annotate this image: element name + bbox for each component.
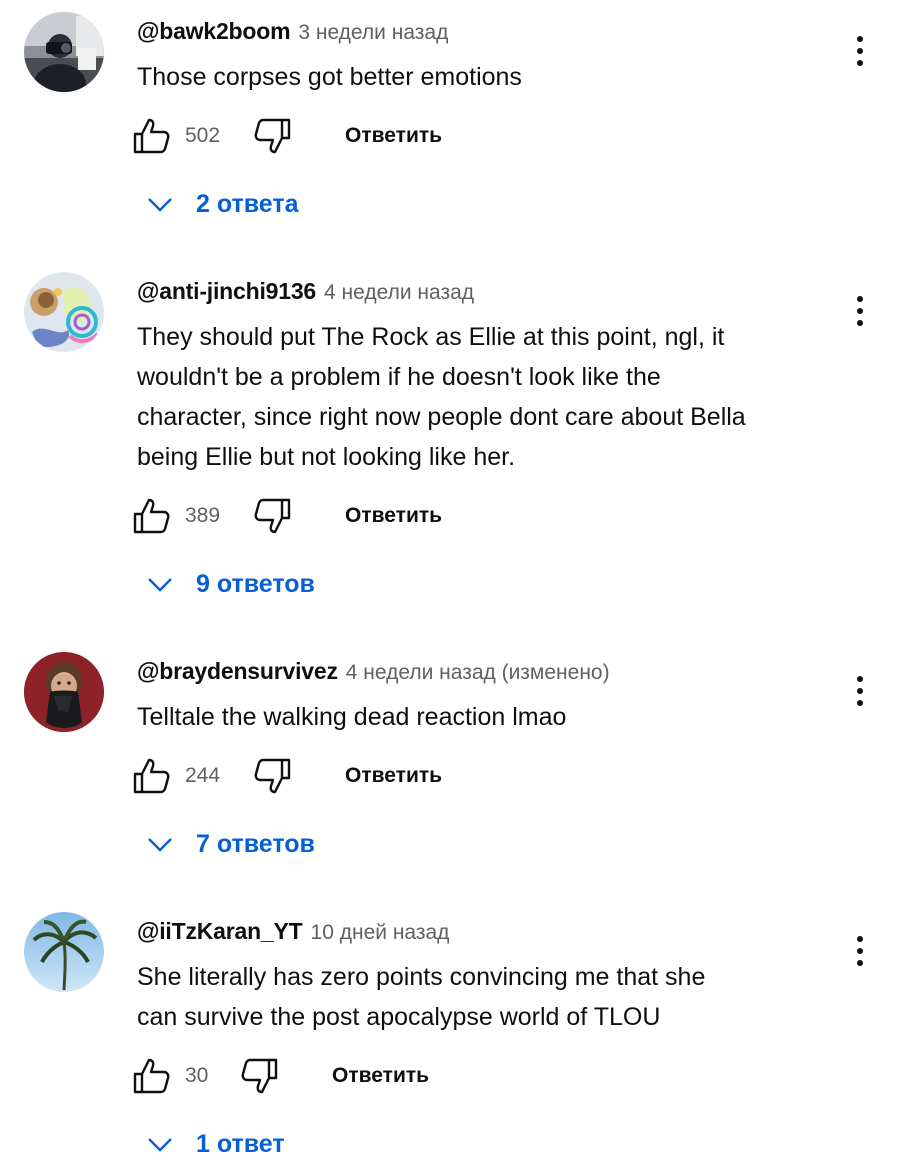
like-button[interactable]	[132, 496, 172, 536]
reply-button[interactable]: Ответить	[332, 1056, 429, 1096]
more-actions-button[interactable]	[840, 286, 880, 336]
comment-thread: @iiTzKaran_YT 10 дней назад She literally…	[0, 900, 900, 1159]
thumb-down-icon	[254, 758, 291, 794]
more-dot	[857, 48, 863, 54]
avatar[interactable]	[24, 652, 104, 732]
like-button[interactable]	[132, 116, 172, 156]
thumb-down-icon	[254, 498, 291, 534]
replies-count-label: 2 ответа	[196, 190, 299, 218]
more-actions-button[interactable]	[840, 26, 880, 76]
author-name[interactable]: @iiTzKaran_YT	[137, 918, 303, 944]
comment-text: Those corpses got better emotions	[137, 63, 522, 91]
reply-button[interactable]: Ответить	[345, 116, 442, 156]
comment-header: @braydensurvivez 4 недели назад (изменено…	[137, 656, 610, 686]
thumb-down-icon	[241, 1058, 278, 1094]
more-dot	[857, 688, 863, 694]
comment-time[interactable]: 4 недели назад	[324, 281, 474, 304]
like-button[interactable]	[132, 756, 172, 796]
chevron-down-icon	[148, 1138, 172, 1152]
thumb-up-icon	[133, 498, 170, 534]
thumb-up-icon	[133, 1058, 170, 1094]
author-name[interactable]: @bawk2boom	[137, 18, 291, 44]
comment-time[interactable]: 4 недели назад (изменено)	[346, 661, 610, 684]
chevron-down-icon	[148, 198, 172, 212]
comment-time[interactable]: 3 недели назад	[298, 21, 448, 44]
more-dot	[857, 308, 863, 314]
reply-button[interactable]: Ответить	[345, 756, 442, 796]
like-count: 30	[185, 1064, 209, 1087]
replies-count-label: 7 ответов	[196, 830, 315, 858]
like-count: 389	[185, 504, 221, 527]
comment-actions: 244 Ответить	[0, 756, 900, 800]
comment-text: They should put The Rock as Ellie at thi…	[137, 323, 746, 471]
more-vertical-icon	[857, 676, 863, 682]
comment-header: @bawk2boom 3 недели назад	[137, 16, 448, 46]
comment-header: @iiTzKaran_YT 10 дней назад	[137, 916, 449, 946]
replies-count-label: 9 ответов	[196, 570, 315, 598]
avatar[interactable]	[24, 12, 104, 92]
dislike-button[interactable]	[239, 1056, 279, 1096]
like-count: 502	[185, 124, 221, 147]
like-count: 244	[185, 764, 221, 787]
more-dot	[857, 60, 863, 66]
comment-thread: @anti-jinchi9136 4 недели назад They shou…	[0, 260, 900, 620]
thumb-down-icon	[254, 118, 291, 154]
comment-actions: 30 Ответить	[0, 1056, 900, 1100]
comment-actions: 502 Ответить	[0, 116, 900, 160]
comment-thread: @braydensurvivez 4 недели назад (изменено…	[0, 640, 900, 880]
more-dot	[857, 960, 863, 966]
dislike-button[interactable]	[252, 496, 292, 536]
more-dot	[857, 320, 863, 326]
comment-text: She literally has zero points convincing…	[137, 963, 706, 1031]
author-name[interactable]: @braydensurvivez	[137, 658, 338, 684]
chevron-down-icon	[148, 838, 172, 852]
comment-text: Telltale the walking dead reaction lmao	[137, 703, 567, 731]
more-dot	[857, 700, 863, 706]
more-actions-button[interactable]	[840, 926, 880, 976]
thumb-up-icon	[133, 118, 170, 154]
reply-button[interactable]: Ответить	[345, 496, 442, 536]
comment-header: @anti-jinchi9136 4 недели назад	[137, 276, 474, 306]
replies-count-label: 1 ответ	[196, 1130, 285, 1158]
chevron-down-icon	[148, 578, 172, 592]
more-dot	[857, 948, 863, 954]
like-button[interactable]	[132, 1056, 172, 1096]
more-vertical-icon	[857, 36, 863, 42]
dislike-button[interactable]	[252, 116, 292, 156]
author-name[interactable]: @anti-jinchi9136	[137, 278, 316, 304]
dislike-button[interactable]	[252, 756, 292, 796]
comment-actions: 389 Ответить	[0, 496, 900, 540]
more-vertical-icon	[857, 936, 863, 942]
thumb-up-icon	[133, 758, 170, 794]
avatar[interactable]	[24, 912, 104, 992]
comment-thread: @bawk2boom 3 недели назад Those corpses g…	[0, 0, 900, 240]
more-vertical-icon	[857, 296, 863, 302]
comment-time[interactable]: 10 дней назад	[311, 921, 450, 944]
more-actions-button[interactable]	[840, 666, 880, 716]
avatar[interactable]	[24, 272, 104, 352]
